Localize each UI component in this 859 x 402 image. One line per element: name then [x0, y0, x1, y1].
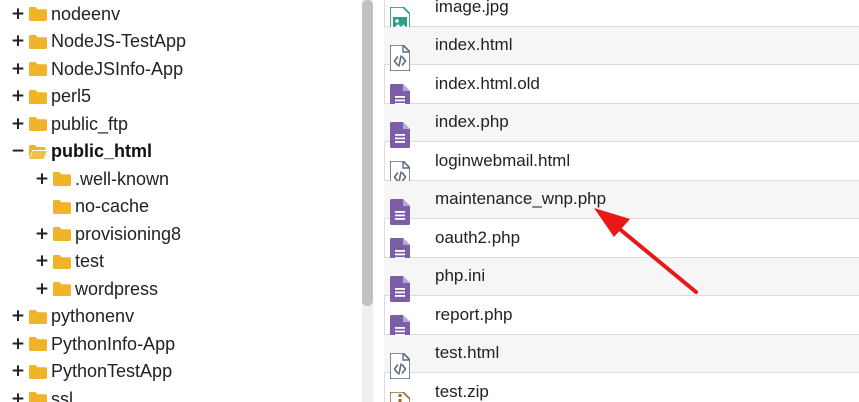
tree-item-label: NodeJS-TestApp	[51, 31, 187, 51]
folder-icon	[29, 309, 51, 324]
file-row[interactable]: maintenance_wnp.php	[384, 180, 859, 226]
tree-item-test[interactable]: + test	[34, 250, 104, 274]
tree-item-perl5[interactable]: + perl5	[10, 85, 91, 109]
file-name: php.ini	[435, 266, 486, 286]
file-row[interactable]: index.php	[384, 103, 859, 149]
tree-item-label: NodeJSInfo-App	[51, 58, 184, 79]
file-name: report.php	[435, 304, 513, 324]
tree-item-ssl[interactable]: + ssl	[10, 387, 73, 402]
folder-icon	[53, 254, 75, 269]
file-row[interactable]: image.jpg	[384, 0, 859, 33]
file-name: index.html.old	[435, 73, 540, 93]
tree-item-label: no-cache	[75, 196, 150, 216]
file-name: maintenance_wnp.php	[435, 189, 607, 209]
folder-icon	[29, 364, 51, 379]
tree-item-label: wordpress	[75, 278, 159, 299]
tree-item-nodejsinfo-app[interactable]: + NodeJSInfo-App	[10, 57, 183, 81]
file-row[interactable]: test.zip	[384, 373, 859, 402]
tree-item-wordpress[interactable]: + wordpress	[34, 277, 158, 301]
tree-item-label: PythonTestApp	[51, 361, 173, 381]
tree-item-pythoninfo-app[interactable]: + PythonInfo-App	[10, 332, 175, 356]
expand-icon[interactable]: +	[34, 170, 50, 187]
folder-icon	[53, 227, 75, 241]
expand-icon[interactable]: +	[10, 88, 26, 105]
expand-icon[interactable]: +	[10, 308, 26, 325]
expand-icon[interactable]: +	[10, 60, 26, 77]
tree-item-label: public_html	[51, 141, 153, 161]
folder-icon	[29, 337, 51, 351]
folder-icon	[29, 117, 51, 131]
file-name: index.php	[435, 112, 509, 132]
tree-item-public-html[interactable]: − public_html	[10, 140, 152, 164]
file-name: test.html	[435, 343, 500, 363]
tree-item-label: nodeenv	[51, 3, 121, 24]
file-name: index.html	[435, 35, 513, 55]
file-row[interactable]: test.html	[384, 334, 859, 380]
folder-tree: + nodeenv + NodeJS-TestApp + NodeJSInfo-App + p…	[0, 0, 362, 402]
tree-item-label: public_ftp	[51, 113, 129, 134]
file-row[interactable]: oauth2.php	[384, 219, 859, 264]
tree-item-pythontestapp[interactable]: + PythonTestApp	[10, 360, 172, 384]
tree-item-label: test	[75, 251, 105, 271]
file-row[interactable]: index.html.old	[384, 65, 859, 110]
expand-icon[interactable]: +	[34, 280, 50, 297]
tree-item-public-ftp[interactable]: + public_ftp	[10, 112, 128, 136]
folder-icon	[29, 392, 51, 402]
tree-item-no-cache[interactable]: no-cache	[34, 195, 149, 219]
tree-item-label: .well-known	[75, 168, 170, 189]
expand-icon[interactable]: +	[10, 335, 26, 352]
file-row[interactable]: loginwebmail.html	[384, 142, 859, 187]
tree-item-provisioning8[interactable]: + provisioning8	[34, 222, 181, 246]
file-row[interactable]: php.ini	[384, 257, 859, 303]
tree-item-label: provisioning8	[75, 223, 182, 244]
folder-icon	[29, 89, 51, 104]
tree-item-label: ssl	[51, 388, 73, 402]
expand-icon[interactable]: +	[10, 390, 26, 402]
folder-icon	[53, 282, 75, 296]
expand-icon[interactable]: +	[10, 33, 26, 50]
folder-icon	[53, 199, 75, 214]
tree-item-well-known[interactable]: + .well-known	[34, 167, 169, 191]
file-name: test.zip	[435, 381, 489, 401]
folder-icon	[53, 172, 75, 186]
file-name: loginwebmail.html	[435, 150, 571, 170]
expand-icon[interactable]: +	[10, 363, 26, 380]
expand-icon[interactable]: +	[10, 5, 26, 22]
folder-icon	[29, 62, 51, 76]
collapse-icon[interactable]: −	[10, 143, 26, 160]
tree-item-label: pythonenv	[51, 306, 135, 326]
file-row[interactable]: report.php	[384, 296, 859, 341]
folder-open-icon	[29, 144, 51, 159]
folder-icon	[29, 7, 51, 21]
file-row[interactable]: index.html	[384, 26, 859, 72]
tree-scrollbar-thumb[interactable]	[362, 0, 373, 306]
expand-icon[interactable]: +	[34, 253, 50, 270]
expand-icon[interactable]: +	[34, 225, 50, 242]
tree-item-nodejs-testapp[interactable]: + NodeJS-TestApp	[10, 30, 186, 54]
tree-item-nodeenv[interactable]: + nodeenv	[10, 2, 120, 26]
file-list: image.jpg index.html index.html.old index.p…	[384, 0, 859, 402]
folder-icon	[29, 34, 51, 49]
file-name: image.jpg	[435, 0, 509, 16]
file-name: oauth2.php	[435, 227, 521, 247]
tree-item-label: perl5	[51, 86, 92, 106]
tree-item-label: PythonInfo-App	[51, 333, 176, 354]
expand-icon[interactable]: +	[10, 115, 26, 132]
tree-item-pythonenv[interactable]: + pythonenv	[10, 305, 134, 329]
